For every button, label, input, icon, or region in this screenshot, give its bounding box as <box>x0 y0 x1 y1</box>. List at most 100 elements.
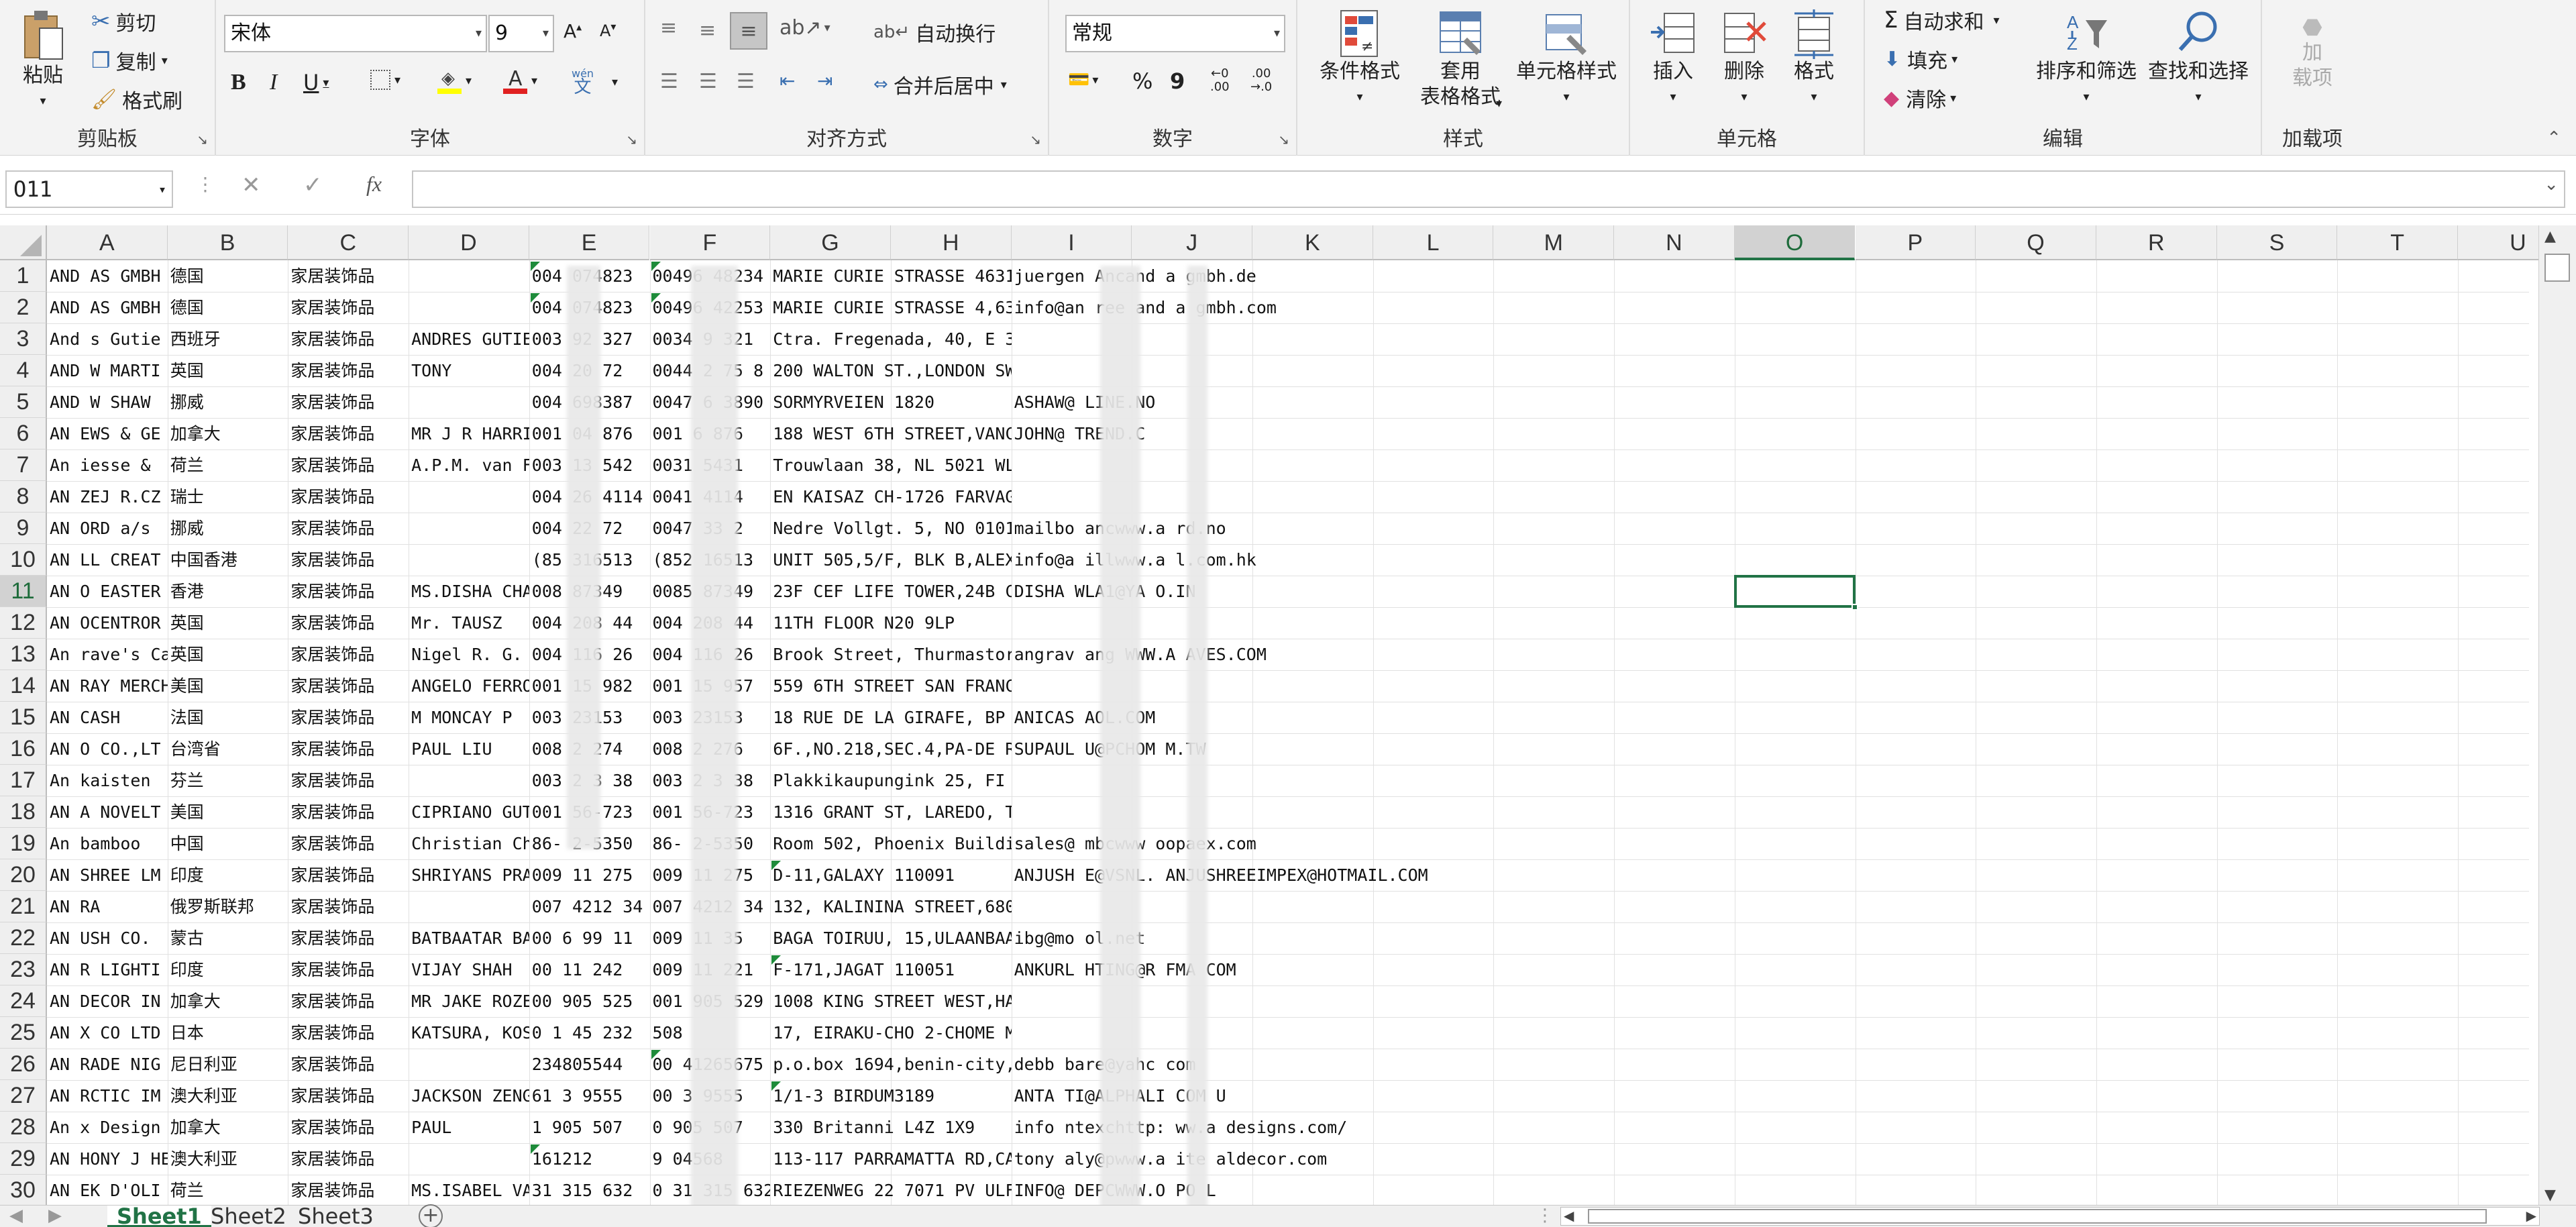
cell-e27[interactable]: 61 3 9555 <box>529 1080 650 1112</box>
cell-d19[interactable]: Christian Ch <box>409 828 529 859</box>
column-header-o[interactable]: O <box>1734 225 1856 260</box>
row-header-5[interactable]: 5 <box>0 386 47 418</box>
cell-c3[interactable]: 家居装饰品 <box>288 323 409 355</box>
expand-formula-icon[interactable]: ⌄ <box>2544 174 2559 195</box>
row-header-18[interactable]: 18 <box>0 796 47 828</box>
cell-i29[interactable]: tony aly@pwww.a ite aldecor.com <box>1012 1143 1494 1175</box>
align-middle-button[interactable]: ≡ <box>699 19 716 42</box>
cell-e20[interactable]: 009 11 275 <box>529 859 650 891</box>
column-header-k[interactable]: K <box>1252 225 1373 260</box>
cell-i9[interactable]: mailbo ancwww.a rd.no <box>1012 513 1494 544</box>
row-header-16[interactable]: 16 <box>0 733 47 765</box>
cell-i11[interactable]: DISHA WLA1@YA O.IN <box>1012 576 1494 607</box>
cell-d23[interactable]: VIJAY SHAH <box>409 954 529 985</box>
delete-button[interactable]: 删除 ▾ <box>1711 8 1778 110</box>
cell-c22[interactable]: 家居装饰品 <box>288 922 409 954</box>
cell-i19[interactable]: sales@ mbcwww oopaex.com <box>1012 828 1494 859</box>
cell-d3[interactable]: ANDRES GUTIE <box>409 323 529 355</box>
phonetic-dropdown-icon[interactable]: ▾ <box>612 75 618 89</box>
cell-c13[interactable]: 家居装饰品 <box>288 639 409 670</box>
cell-b21[interactable]: 俄罗斯联邦 <box>168 891 288 922</box>
cell-i1[interactable]: juergen Ancand a gmbh.de <box>1012 260 1494 292</box>
scroll-left-icon[interactable]: ◀ <box>1564 1208 1574 1224</box>
cell-b18[interactable]: 美国 <box>168 796 288 828</box>
cell-g16[interactable]: 6F.,NO.218,SEC.4,PA-DE R <box>770 733 1011 765</box>
cell-a30[interactable]: AN EK D'OLI <box>47 1175 168 1205</box>
cell-g28[interactable]: 330 Britanni L4Z 1X9 <box>770 1112 1011 1143</box>
cell-a14[interactable]: AN RAY MERCH <box>47 670 168 702</box>
cell-b12[interactable]: 英国 <box>168 607 288 639</box>
format-cells-button[interactable]: 格式 ▾ <box>1780 8 1847 110</box>
font-name-dropdown-icon[interactable]: ▾ <box>476 16 482 51</box>
cell-i28[interactable]: info ntexchttp: ww.a designs.com/ <box>1012 1112 1494 1143</box>
cell-b25[interactable]: 日本 <box>168 1017 288 1049</box>
column-header-s[interactable]: S <box>2216 225 2338 260</box>
cell-c23[interactable]: 家居装饰品 <box>288 954 409 985</box>
cell-a9[interactable]: AN ORD a/s <box>47 513 168 544</box>
column-header-f[interactable]: F <box>649 225 771 260</box>
cancel-icon[interactable]: ✕ <box>241 172 261 199</box>
cell-b3[interactable]: 西班牙 <box>168 323 288 355</box>
border-button[interactable]: ▾ <box>370 70 400 90</box>
cell-b4[interactable]: 英国 <box>168 355 288 386</box>
cell-c24[interactable]: 家居装饰品 <box>288 985 409 1017</box>
cell-i23[interactable]: ANKURL HTING@R FMA COM <box>1012 954 1494 985</box>
cell-e21[interactable]: 007 4212 34 <box>529 891 650 922</box>
cell-b10[interactable]: 中国香港 <box>168 544 288 576</box>
cell-d25[interactable]: KATSURA, KOS <box>409 1017 529 1049</box>
cell-c19[interactable]: 家居装饰品 <box>288 828 409 859</box>
row-header-20[interactable]: 20 <box>0 859 47 891</box>
cell-c21[interactable]: 家居装饰品 <box>288 891 409 922</box>
copy-button[interactable]: ❐ 复制 ▾ <box>91 46 168 75</box>
cell-c27[interactable]: 家居装饰品 <box>288 1080 409 1112</box>
cell-b30[interactable]: 荷兰 <box>168 1175 288 1205</box>
cell-e30[interactable]: 31 315 632 <box>529 1175 650 1205</box>
row-header-19[interactable]: 19 <box>0 828 47 859</box>
row-header-29[interactable]: 29 <box>0 1143 47 1175</box>
cell-e23[interactable]: 00 11 242 <box>529 954 650 985</box>
scroll-down-icon[interactable]: ▼ <box>2544 1187 2556 1204</box>
cell-a24[interactable]: AN DECOR IN <box>47 985 168 1017</box>
cell-c2[interactable]: 家居装饰品 <box>288 292 409 323</box>
italic-button[interactable]: I <box>270 70 277 95</box>
error-indicator-icon[interactable] <box>651 1050 661 1059</box>
column-header-q[interactable]: Q <box>1976 225 2096 260</box>
cell-c30[interactable]: 家居装饰品 <box>288 1175 409 1205</box>
row-header-8[interactable]: 8 <box>0 481 47 513</box>
cell-i20[interactable]: ANJUSH E@VSNL. ANJUSHREEIMPEX@HOTMAIL.CO… <box>1012 859 1494 891</box>
cell-b7[interactable]: 荷兰 <box>168 449 288 481</box>
cell-c4[interactable]: 家居装饰品 <box>288 355 409 386</box>
tab-scroll-left-icon[interactable]: ◀ <box>9 1206 23 1226</box>
row-header-17[interactable]: 17 <box>0 765 47 796</box>
cell-a28[interactable]: An x Design <box>47 1112 168 1143</box>
number-format-combo[interactable]: 常规 ▾ <box>1065 15 1285 52</box>
cell-d11[interactable]: MS.DISHA CHA <box>409 576 529 607</box>
row-header-12[interactable]: 12 <box>0 607 47 639</box>
cell-b15[interactable]: 法国 <box>168 702 288 733</box>
cell-g23[interactable]: F-171,JAGAT 110051 <box>770 954 1011 985</box>
error-indicator-icon[interactable] <box>530 262 540 271</box>
row-header-4[interactable]: 4 <box>0 355 47 386</box>
name-box-dropdown-icon[interactable]: ▾ <box>158 172 166 207</box>
align-right-button[interactable]: ☰ <box>737 70 755 93</box>
name-box[interactable]: O11 ▾ <box>5 170 173 208</box>
align-top-button[interactable]: ≡ <box>660 16 677 40</box>
cell-g7[interactable]: Trouwlaan 38, NL 5021 WL, Tilbu WWW. TY.… <box>770 449 1011 481</box>
cut-button[interactable]: ✂ 剪切 <box>91 7 156 36</box>
cell-g18[interactable]: 1316 GRANT ST, LAREDO, TX 78040 714 <box>770 796 1011 828</box>
row-header-21[interactable]: 21 <box>0 891 47 922</box>
cell-a19[interactable]: An bamboo <box>47 828 168 859</box>
cell-g25[interactable]: 17, EIRAKU-CHO 2-CHOME MINAMI- YOKOHAMA … <box>770 1017 1011 1049</box>
clipboard-launcher-icon[interactable]: ↘ <box>197 131 208 148</box>
tab-sheet3[interactable]: Sheet3 <box>288 1206 383 1227</box>
align-bottom-button[interactable]: ≡ <box>730 12 767 50</box>
cell-d7[interactable]: A.P.M. van F <box>409 449 529 481</box>
cell-a18[interactable]: AN A NOVELT <box>47 796 168 828</box>
vertical-scroll-thumb[interactable] <box>2544 254 2570 282</box>
select-all-corner[interactable] <box>0 225 47 260</box>
row-header-15[interactable]: 15 <box>0 702 47 733</box>
cell-g4[interactable]: 200 WALTON ST.,LONDON SW3 2JL <box>770 355 1011 386</box>
cell-c11[interactable]: 家居装饰品 <box>288 576 409 607</box>
cell-e28[interactable]: 1 905 507 <box>529 1112 650 1143</box>
cell-c26[interactable]: 家居装饰品 <box>288 1049 409 1080</box>
